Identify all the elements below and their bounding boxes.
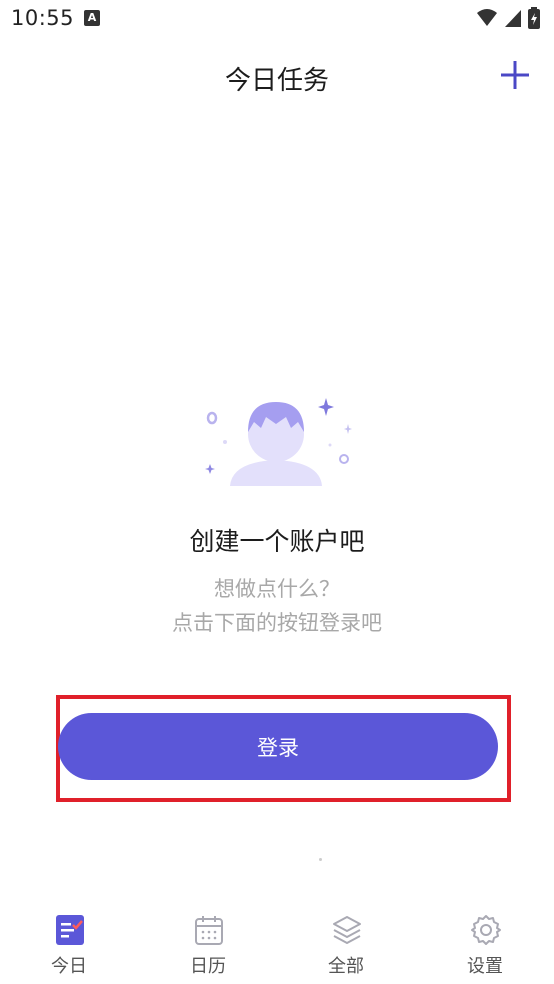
nav-item-settings[interactable]: 设置: [430, 905, 540, 984]
nav-item-all[interactable]: 全部: [291, 905, 401, 984]
status-bar: 10:55 A: [0, 0, 554, 38]
empty-state-subtitle-2: 点击下面的按钮登录吧: [172, 611, 382, 635]
empty-account-illustration: [205, 398, 352, 486]
gear-icon: [471, 915, 501, 945]
nav-label-settings: 设置: [467, 956, 503, 977]
decorative-dot: [319, 858, 322, 861]
empty-state-subtitle-1: 想做点什么？: [214, 577, 340, 601]
plus-icon: [501, 61, 529, 89]
status-icons: [476, 7, 540, 29]
add-task-button[interactable]: [498, 58, 532, 92]
bottom-nav: 今日 日历 全部 设置: [0, 905, 554, 984]
nav-item-today[interactable]: 今日: [14, 905, 124, 984]
nav-item-calendar[interactable]: 日历: [153, 905, 263, 984]
signal-icon: [505, 10, 521, 27]
nav-label-all: 全部: [328, 956, 364, 977]
status-time: 10:55: [11, 6, 75, 30]
layers-icon: [333, 916, 361, 944]
empty-state-title: 创建一个账户吧: [189, 527, 365, 556]
today-list-icon: [56, 915, 84, 945]
nav-label-calendar: 日历: [190, 956, 226, 977]
calendar-icon: [195, 916, 223, 945]
app-bar: 今日任务: [0, 48, 554, 104]
login-button[interactable]: 登录: [58, 713, 498, 780]
nav-label-today: 今日: [51, 956, 87, 977]
wifi-icon: [477, 9, 497, 26]
battery-icon: [528, 7, 540, 29]
page-title: 今日任务: [224, 66, 329, 96]
a-notification-icon: A: [84, 10, 100, 26]
